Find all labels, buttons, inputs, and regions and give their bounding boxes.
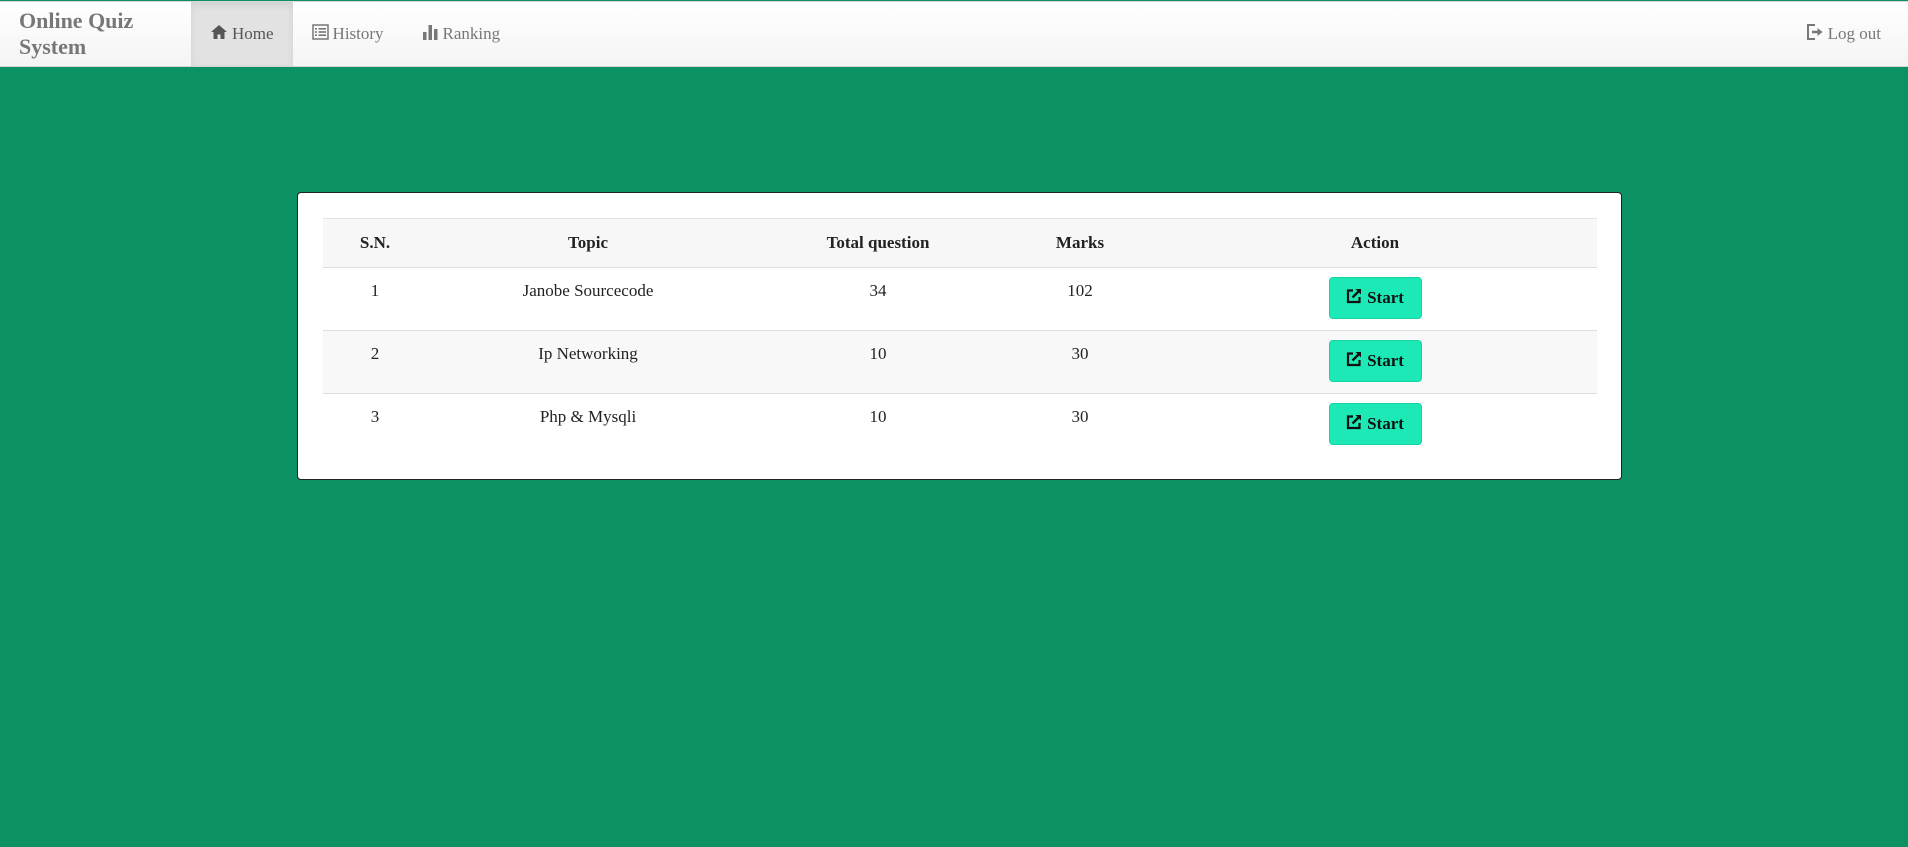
table-row: 3 Php & Mysqli 10 30 Start (323, 393, 1597, 457)
cell-total-question: 10 (749, 393, 1007, 457)
navbar: Online Quiz System Home History Ranking (0, 1, 1908, 67)
cell-topic: Ip Networking (427, 330, 749, 394)
cell-sn: 3 (323, 393, 427, 457)
home-icon (210, 24, 232, 45)
external-link-icon (1346, 414, 1367, 435)
start-button-label: Start (1367, 414, 1404, 433)
logout-label: Log out (1827, 24, 1881, 43)
cell-total-question: 10 (749, 330, 1007, 394)
table-header-row: S.N. Topic Total question Marks Action (323, 218, 1597, 268)
nav-history[interactable]: History (293, 2, 403, 66)
header-action: Action (1153, 218, 1597, 268)
nav-ranking[interactable]: Ranking (403, 2, 520, 66)
cell-sn: 2 (323, 330, 427, 394)
logout-icon (1806, 23, 1828, 45)
start-button[interactable]: Start (1328, 403, 1422, 445)
bar-chart-icon (422, 24, 443, 45)
logout-link[interactable]: Log out (1787, 2, 1908, 66)
table-row: 2 Ip Networking 10 30 Start (323, 330, 1597, 394)
table-row: 1 Janobe Sourcecode 34 102 Start (323, 268, 1597, 331)
cell-action: Start (1153, 330, 1597, 394)
start-button[interactable]: Start (1328, 277, 1422, 319)
nav-history-label: History (332, 24, 384, 43)
header-topic: Topic (427, 218, 749, 268)
quiz-panel: S.N. Topic Total question Marks Action 1… (297, 192, 1622, 480)
external-link-icon (1346, 288, 1367, 309)
cell-action: Start (1153, 393, 1597, 457)
navbar-spacer (519, 2, 1786, 66)
cell-total-question: 34 (869, 281, 887, 300)
cell-marks: 30 (1007, 393, 1153, 457)
start-button[interactable]: Start (1328, 340, 1422, 382)
external-link-icon (1346, 351, 1367, 372)
header-total-question: Total question (749, 218, 1007, 268)
header-sn: S.N. (323, 218, 427, 268)
cell-marks: 30 (1007, 330, 1153, 394)
start-button-label: Start (1367, 351, 1404, 370)
list-icon (311, 23, 333, 45)
start-button-label: Start (1367, 288, 1404, 307)
header-marks: Marks (1007, 218, 1153, 268)
cell-topic: Janobe Sourcecode (522, 281, 654, 300)
cell-marks: 102 (1067, 281, 1093, 300)
brand-title[interactable]: Online Quiz System (0, 2, 191, 66)
cell-action: Start (1153, 268, 1597, 331)
cell-sn: 1 (370, 281, 380, 300)
cell-topic: Php & Mysqli (427, 393, 749, 457)
nav-home-label: Home (232, 24, 274, 43)
quiz-table: S.N. Topic Total question Marks Action 1… (323, 218, 1597, 457)
nav-ranking-label: Ranking (442, 24, 501, 43)
nav-home[interactable]: Home (191, 2, 293, 66)
